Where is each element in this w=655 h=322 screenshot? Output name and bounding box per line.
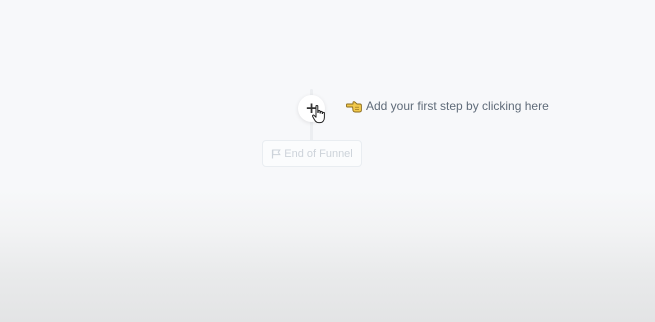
funnel-canvas: + Add your first step by clicking here E…	[0, 0, 655, 322]
hint-text: Add your first step by clicking here	[366, 99, 549, 113]
end-of-funnel-label: End of Funnel	[284, 147, 353, 160]
hand-cursor-icon	[311, 105, 325, 124]
hint: Add your first step by clicking here	[346, 99, 549, 113]
flag-icon	[272, 149, 282, 158]
end-of-funnel-node[interactable]: End of Funnel	[262, 140, 362, 167]
pointing-left-hand-icon	[346, 101, 362, 113]
